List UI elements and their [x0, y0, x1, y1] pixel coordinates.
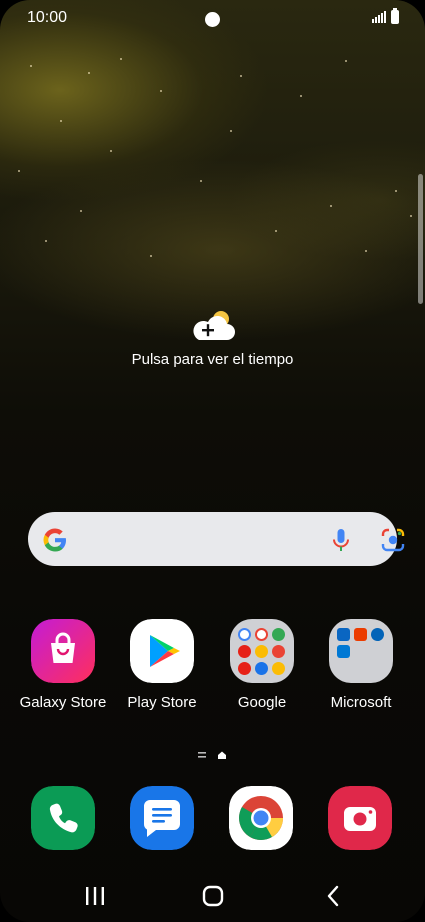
mic-icon[interactable] [328, 527, 354, 553]
folder-icon [230, 619, 294, 683]
weather-label: Pulsa para ver el tiempo [131, 351, 294, 368]
app-label: Microsoft [330, 694, 392, 711]
app-label: Google [237, 694, 287, 711]
folder-icon [329, 619, 393, 683]
google-lens-icon[interactable] [380, 527, 406, 553]
back-icon[interactable] [313, 880, 353, 912]
chrome-icon[interactable] [229, 786, 293, 850]
weather-widget[interactable]: Pulsa para ver el tiempo [100, 305, 325, 375]
app-play-store[interactable]: Play Store [117, 619, 207, 711]
front-camera [205, 12, 220, 27]
phone-icon[interactable] [31, 786, 95, 850]
play-store-icon [130, 619, 194, 683]
cloud-sun-add-icon [193, 311, 235, 340]
google-search-bar[interactable] [28, 512, 405, 566]
signal-icon [372, 11, 386, 23]
app-label: Galaxy Store [19, 694, 107, 711]
page-indicator[interactable] [196, 749, 228, 761]
app-label: Play Store [127, 694, 197, 711]
app-galaxy-store[interactable]: Galaxy Store [18, 619, 108, 711]
home-screen: 10:00 Pulsa para ver el tiempo Galaxy St… [0, 0, 425, 922]
google-g-icon [43, 528, 66, 552]
messages-icon[interactable] [130, 786, 194, 850]
galaxy-store-icon [31, 619, 95, 683]
battery-icon [391, 8, 399, 24]
recents-icon[interactable] [75, 880, 115, 912]
status-time: 10:00 [27, 9, 68, 26]
camera-icon[interactable] [328, 786, 392, 850]
folder-microsoft[interactable]: Microsoft [316, 619, 406, 711]
edge-panel-handle[interactable] [418, 174, 423, 304]
home-icon[interactable] [193, 880, 233, 912]
folder-google[interactable]: Google [217, 619, 307, 711]
